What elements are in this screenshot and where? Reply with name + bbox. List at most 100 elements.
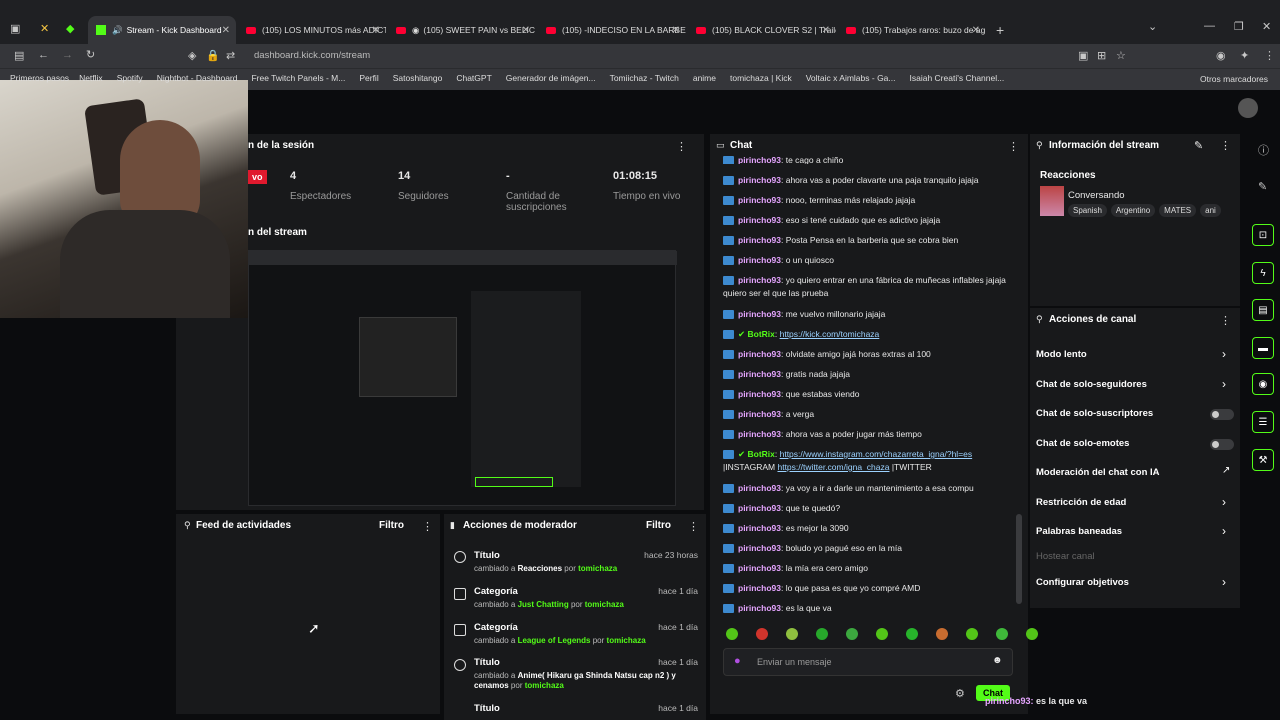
screenshot-icon[interactable]: ▣ xyxy=(1078,49,1088,62)
emote-icon[interactable] xyxy=(996,628,1008,640)
chat-settings-icon[interactable]: ⚙ xyxy=(955,687,965,700)
chat-input[interactable]: ● Enviar un mensaje ☻ xyxy=(723,648,1013,676)
reload-icon[interactable]: ↻ xyxy=(86,48,95,61)
bookmark-star-icon[interactable]: ☆ xyxy=(1116,49,1126,62)
tag-chip[interactable]: Argentino xyxy=(1110,204,1156,217)
broadcast-icon[interactable]: ◉ xyxy=(1252,373,1274,395)
chat-username[interactable]: pirincho93 xyxy=(738,369,781,379)
chevron-right-icon[interactable]: › xyxy=(1222,575,1226,589)
close-tab-icon[interactable]: ✕ xyxy=(372,25,380,36)
emote-icon[interactable] xyxy=(936,628,948,640)
bookmark-item[interactable]: Primeros pasos xyxy=(10,73,69,83)
chevron-right-icon[interactable]: › xyxy=(1222,524,1226,538)
tab-youtube-3[interactable]: (105) -INDECISO EN LA BARBER ✕ xyxy=(538,16,686,44)
url-field[interactable]: dashboard.kick.com/stream xyxy=(254,50,370,61)
close-tab-icon[interactable]: ✕ xyxy=(822,25,830,36)
close-tab-icon[interactable]: ✕ xyxy=(672,25,680,36)
chat-bubble-icon[interactable]: ▬ xyxy=(1252,337,1274,359)
tab-youtube-4[interactable]: (105) BLACK CLOVER S2 | Trailer ✕ xyxy=(688,16,836,44)
install-icon[interactable]: ⊞ xyxy=(1097,49,1106,62)
more-options-icon[interactable]: ⋮ xyxy=(1008,140,1019,153)
chat-username[interactable]: pirincho93 xyxy=(738,389,781,399)
bookmark-item[interactable]: Nightbot - Dashboard xyxy=(157,73,238,83)
stream-preview-video[interactable] xyxy=(248,250,677,506)
bookmark-item[interactable]: tomichaza | Kick xyxy=(730,73,792,83)
goals-option[interactable]: Configurar objetivos xyxy=(1036,577,1129,588)
slow-mode-option[interactable]: Modo lento xyxy=(1036,349,1087,360)
chat-username[interactable]: pirincho93 xyxy=(738,429,781,439)
avatar[interactable] xyxy=(1238,98,1258,118)
emote-icon[interactable] xyxy=(966,628,978,640)
tag-chip[interactable]: ani xyxy=(1200,204,1221,217)
chat-username[interactable]: pirincho93 xyxy=(738,255,781,265)
chat-username[interactable]: pirincho93 xyxy=(738,583,781,593)
more-options-icon[interactable]: ⋮ xyxy=(676,140,687,153)
followers-only-option[interactable]: Chat de solo-seguidores xyxy=(1036,379,1147,390)
bookmark-item[interactable]: Tomiichaz - Twitch xyxy=(610,73,679,83)
extensions-icon[interactable]: ✦ xyxy=(1240,49,1249,62)
bookmark-item[interactable]: Generador de imágen... xyxy=(506,73,596,83)
close-window-icon[interactable]: ✕ xyxy=(1262,20,1271,33)
emote-icon[interactable] xyxy=(846,628,858,640)
chat-username[interactable]: BotRix xyxy=(747,329,774,339)
tab-youtube-2[interactable]: ◉ (105) SWEET PAIN vs BELIC ✕ xyxy=(388,16,536,44)
chat-username[interactable]: pirincho93 xyxy=(738,563,781,573)
emotes-only-toggle[interactable] xyxy=(1210,439,1234,450)
bookmark-item[interactable]: Satoshitango xyxy=(393,73,443,83)
bookmark-item[interactable]: anime xyxy=(693,73,716,83)
shield-icon[interactable]: ◈ xyxy=(188,49,196,62)
chat-username[interactable]: pirincho93 xyxy=(738,503,781,513)
chat-username[interactable]: pirincho93 xyxy=(738,543,781,553)
more-options-icon[interactable]: ⋮ xyxy=(1220,314,1231,327)
chat-username[interactable]: BotRix xyxy=(747,449,774,459)
emote-icon[interactable] xyxy=(726,628,738,640)
chat-username[interactable]: pirincho93 xyxy=(738,309,781,319)
tab-youtube-5[interactable]: (105) Trabajos raros: buzo de ag ✕ xyxy=(838,16,986,44)
new-tab-icon[interactable]: + xyxy=(996,22,1004,38)
pencil-icon[interactable]: ✎ xyxy=(1258,180,1267,193)
edit-icon[interactable]: ✎ xyxy=(1194,139,1203,152)
mod-filter-button[interactable]: Filtro xyxy=(646,520,671,531)
bookmark-item[interactable]: Voltaic x Aimlabs - Ga... xyxy=(806,73,896,83)
emote-icon[interactable] xyxy=(756,628,768,640)
more-options-icon[interactable]: ⋮ xyxy=(1220,139,1231,152)
chevron-right-icon[interactable]: › xyxy=(1222,495,1226,509)
clip-icon[interactable]: ⊡ xyxy=(1252,224,1274,246)
chat-username[interactable]: pirincho93 xyxy=(738,175,781,185)
emote-icon[interactable] xyxy=(1026,628,1038,640)
menu-icon[interactable]: ⋮ xyxy=(1264,49,1275,62)
chat-username[interactable]: pirincho93 xyxy=(738,603,781,613)
chevron-right-icon[interactable]: › xyxy=(1222,377,1226,391)
bookmark-item[interactable]: ChatGPT xyxy=(456,73,491,83)
bookmark-item[interactable]: Perfil xyxy=(359,73,378,83)
more-options-icon[interactable]: ⋮ xyxy=(422,520,433,533)
list-icon[interactable]: ☰ xyxy=(1252,411,1274,433)
chat-username[interactable]: pirincho93 xyxy=(738,349,781,359)
more-options-icon[interactable]: ⋮ xyxy=(688,520,699,533)
other-bookmarks[interactable]: Otros marcadores xyxy=(1200,74,1268,84)
tab-list-chevron-icon[interactable]: ⌄ xyxy=(1148,20,1157,33)
extension-icon[interactable]: ✕ xyxy=(40,22,49,35)
external-link-icon[interactable]: ↗ xyxy=(1222,465,1230,476)
banned-words-option[interactable]: Palabras baneadas xyxy=(1036,526,1122,537)
chat-link[interactable]: https://kick.com/tomichaza xyxy=(780,329,880,339)
close-tab-icon[interactable]: ✕ xyxy=(522,25,530,36)
bookmark-item[interactable]: Free Twitch Panels - M... xyxy=(251,73,345,83)
forward-icon[interactable]: → xyxy=(62,49,73,61)
bookmark-item[interactable]: Isaiah Creati's Channel... xyxy=(910,73,1005,83)
tab-search-icon[interactable]: ▣ xyxy=(10,22,20,35)
lock-icon[interactable]: 🔒 xyxy=(206,49,220,62)
wrench-icon[interactable]: ⚒ xyxy=(1252,449,1274,471)
chevron-right-icon[interactable]: › xyxy=(1222,347,1226,361)
ai-moderation-option[interactable]: Moderación del chat con IA xyxy=(1036,467,1160,478)
chat-username[interactable]: pirincho93 xyxy=(738,156,781,164)
chat-username[interactable]: pirincho93 xyxy=(738,483,781,493)
bookmark-item[interactable]: Spotify xyxy=(117,73,143,83)
chat-username[interactable]: pirincho93 xyxy=(738,275,781,285)
subs-only-toggle[interactable] xyxy=(1210,409,1234,420)
age-restriction-option[interactable]: Restricción de edad xyxy=(1036,497,1126,508)
emote-icon[interactable] xyxy=(876,628,888,640)
chat-username[interactable]: pirincho93 xyxy=(738,235,781,245)
back-icon[interactable]: ← xyxy=(38,49,49,61)
kick-icon[interactable]: ◆ xyxy=(66,22,74,35)
